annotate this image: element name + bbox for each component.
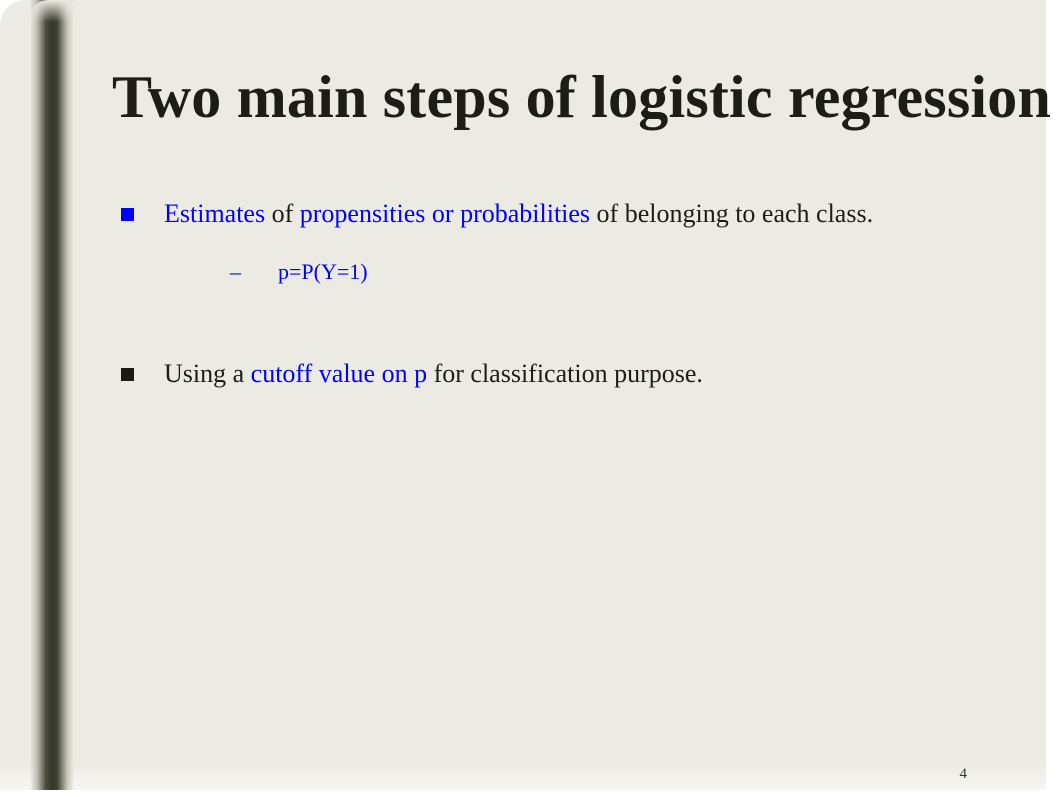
bullet-segment: cutoff value on p	[250, 359, 428, 389]
slide: Two main steps of logistic regression Es…	[0, 0, 1062, 797]
bullet-text: Using a cutoff value on p for classifica…	[164, 356, 1000, 392]
bullet-spacer	[112, 286, 1000, 356]
square-bullet-icon	[121, 208, 134, 221]
bullet-segment: propensities or probabilities	[299, 199, 597, 228]
bullet-item: Using a cutoff value on p for classifica…	[112, 356, 1000, 392]
bullet-text: Estimates of propensities or probabiliti…	[164, 196, 1000, 232]
bullet-segment: of belonging to each class.	[596, 199, 874, 228]
bullet-segment: Estimates	[164, 199, 272, 228]
dash-icon: –	[230, 258, 241, 284]
slide-body: Estimates of propensities or probabiliti…	[112, 196, 1000, 392]
sub-bullet-item: – p=P(Y=1)	[164, 258, 1000, 287]
bullet-item: Estimates of propensities or probabiliti…	[112, 196, 1000, 286]
decorative-vertical-bar	[30, 0, 74, 790]
decorative-vertical-bar-top-fade	[30, 0, 74, 22]
page-number: 4	[959, 766, 968, 782]
bullet-segment: of	[271, 199, 300, 228]
sub-bullet-text: p=P(Y=1)	[278, 258, 368, 284]
slide-title: Two main steps of logistic regression	[112, 64, 1052, 131]
bullet-segment: Using a	[164, 359, 251, 389]
bullet-segment: for classification purpose.	[427, 359, 703, 389]
square-bullet-icon	[121, 368, 134, 382]
